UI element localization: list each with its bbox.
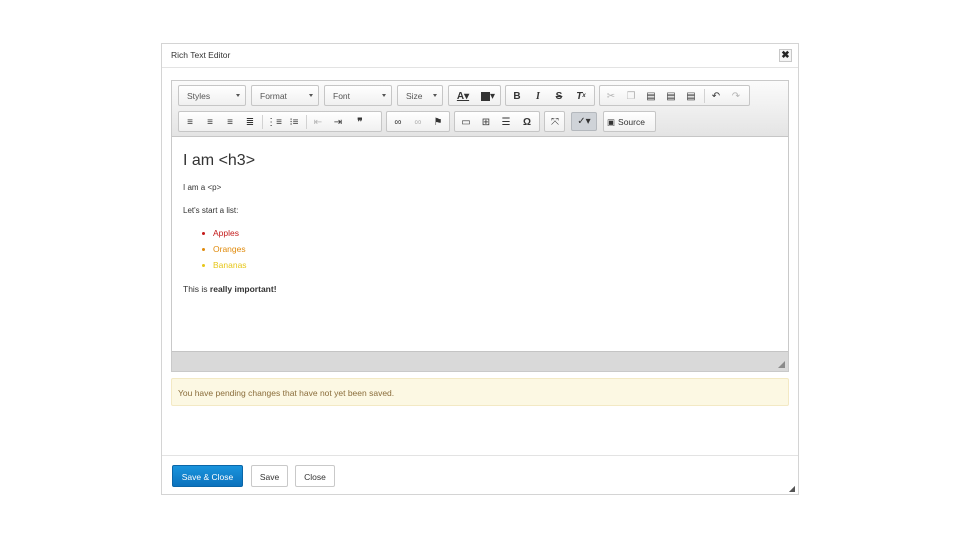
maximize-icon[interactable]: ⤧: [547, 114, 563, 130]
source-icon: ▣: [607, 116, 616, 127]
italic-icon[interactable]: I: [530, 88, 546, 104]
tools-group: ⤧: [544, 111, 565, 132]
chevron-down-icon: [382, 94, 386, 97]
special-character-icon[interactable]: Ω: [519, 114, 535, 130]
chevron-down-icon: [309, 94, 313, 97]
paste-icon[interactable]: ▤: [643, 88, 659, 104]
toolbar: Styles Format Font Size A▾ ▾ B I S T x ✂…: [172, 81, 788, 137]
bold-icon[interactable]: B: [509, 88, 525, 104]
paste-text-icon[interactable]: ▤: [663, 88, 679, 104]
copy-icon[interactable]: ❐: [623, 88, 639, 104]
align-center-icon[interactable]: ≡: [202, 114, 218, 130]
font-combo-label: Font: [333, 91, 351, 101]
align-right-icon[interactable]: ≡: [222, 114, 238, 130]
close-icon[interactable]: ✖: [779, 49, 792, 62]
editor-content[interactable]: I am <h3> I am a <p> Let's start a list:…: [172, 137, 788, 351]
anchor-icon[interactable]: ⚑: [430, 114, 446, 130]
cut-icon[interactable]: ✂: [603, 88, 619, 104]
dialog-footer: Save & Close Save Close ◢: [162, 455, 798, 495]
source-label: Source: [618, 117, 645, 127]
source-group: ▣ Source: [603, 111, 656, 132]
dialog-title: Rich Text Editor: [171, 50, 231, 60]
styles-combo[interactable]: Styles: [178, 85, 246, 106]
format-combo[interactable]: Format: [251, 85, 319, 106]
important-prefix: This is: [183, 284, 210, 294]
horizontal-rule-icon[interactable]: ☰: [498, 114, 514, 130]
align-left-icon[interactable]: ≡: [182, 114, 198, 130]
font-combo[interactable]: Font: [324, 85, 392, 106]
bullet-icon: [202, 248, 205, 251]
content-paragraph-3: This is really important!: [183, 284, 277, 294]
blockquote-icon[interactable]: ❞: [352, 114, 368, 130]
separator: [262, 115, 263, 129]
table-icon[interactable]: ⊞: [478, 114, 494, 130]
size-combo-label: Size: [406, 91, 423, 101]
important-bold-text: really important!: [209, 284, 277, 294]
rich-text-editor-dialog: Rich Text Editor ✖ Styles Format Font Si…: [161, 43, 799, 495]
format-combo-label: Format: [260, 91, 287, 101]
undo-icon[interactable]: ↶: [708, 88, 724, 104]
indent-icon[interactable]: ⇥: [330, 114, 346, 130]
list-item: Bananas: [202, 260, 247, 276]
alert-message: You have pending changes that have not y…: [178, 388, 395, 398]
pending-changes-alert: You have pending changes that have not y…: [171, 378, 789, 406]
background-color-icon[interactable]: ▾: [477, 88, 499, 104]
insert-group: ▭ ⊞ ☰ Ω: [454, 111, 540, 132]
separator: [704, 89, 705, 103]
spellcheck-icon[interactable]: ✓▾: [571, 112, 597, 131]
remove-format-icon[interactable]: Tx: [573, 88, 589, 104]
close-button[interactable]: Close: [295, 465, 335, 487]
basic-styles-group: B I S Tx: [505, 85, 595, 106]
text-color-icon[interactable]: A▾: [452, 88, 474, 104]
list-item: Oranges: [202, 244, 247, 260]
list-item-text: Apples: [213, 228, 239, 238]
editor: Styles Format Font Size A▾ ▾ B I S T x ✂…: [171, 80, 789, 372]
unlink-icon[interactable]: ∞: [410, 114, 426, 130]
list-item-text: Bananas: [213, 260, 247, 270]
separator: [306, 115, 307, 129]
size-combo[interactable]: Size: [397, 85, 443, 106]
content-paragraph-1: I am a <p>: [183, 183, 222, 192]
list-item: Apples: [202, 228, 247, 244]
link-icon[interactable]: ∞: [390, 114, 406, 130]
image-icon[interactable]: ▭: [458, 114, 474, 130]
bullet-icon: [202, 232, 205, 235]
bulleted-list-icon[interactable]: ⁝≡: [286, 114, 302, 130]
content-paragraph-2: Let's start a list:: [183, 206, 239, 215]
list-item-text: Oranges: [213, 244, 246, 254]
paragraph-group: ≡ ≡ ≡ ≣ ⋮≡ ⁝≡ ⇤ ⇥ ❞: [178, 111, 382, 132]
source-button[interactable]: ▣ Source: [607, 114, 653, 130]
chevron-down-icon: [236, 94, 240, 97]
content-heading: I am <h3>: [183, 152, 256, 169]
links-group: ∞ ∞ ⚑: [386, 111, 450, 132]
redo-icon[interactable]: ↷: [728, 88, 744, 104]
color-group: A▾ ▾: [448, 85, 501, 106]
bullet-icon: [202, 264, 205, 267]
dialog-header: Rich Text Editor ✖: [162, 44, 798, 68]
chevron-down-icon: [433, 94, 437, 97]
resize-handle-icon[interactable]: [778, 361, 785, 368]
save-button[interactable]: Save: [251, 465, 288, 487]
save-and-close-button[interactable]: Save & Close: [172, 465, 243, 487]
styles-combo-label: Styles: [187, 91, 211, 101]
content-list: Apples Oranges Bananas: [202, 228, 247, 276]
paste-from-word-icon[interactable]: ▤: [683, 88, 699, 104]
dialog-resize-icon[interactable]: ◢: [789, 484, 795, 493]
outdent-icon[interactable]: ⇤: [310, 114, 326, 130]
justify-icon[interactable]: ≣: [242, 114, 258, 130]
editor-statusbar: [172, 351, 788, 371]
clipboard-group: ✂ ❐ ▤ ▤ ▤ ↶ ↷: [599, 85, 750, 106]
strikethrough-icon[interactable]: S: [551, 88, 567, 104]
numbered-list-icon[interactable]: ⋮≡: [266, 114, 282, 130]
